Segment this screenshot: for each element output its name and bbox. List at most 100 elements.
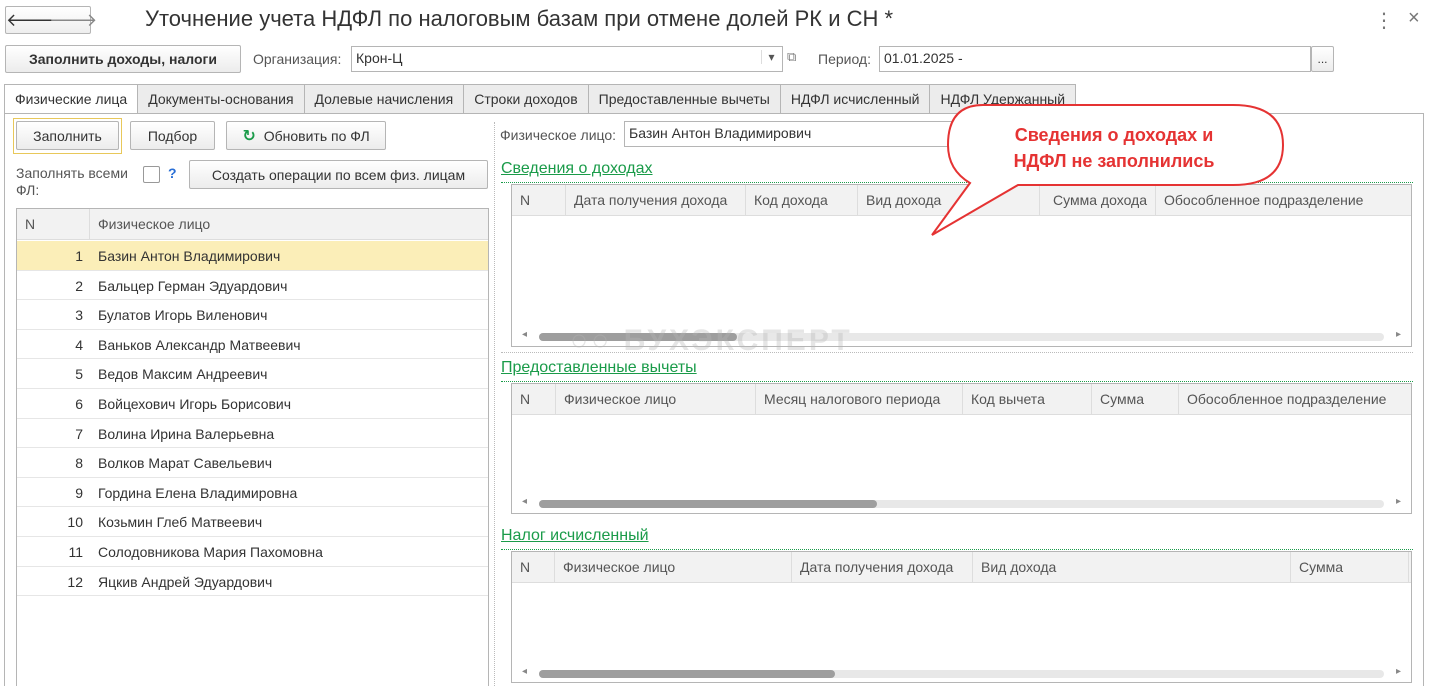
row-person-name: Гордина Елена Владимировна: [98, 484, 298, 501]
deductions-col-amount[interactable]: Сумма: [1092, 384, 1179, 415]
tab-base-documents[interactable]: Документы-основания: [138, 84, 305, 114]
fill-incomes-taxes-button[interactable]: Заполнить доходы, налоги: [5, 45, 241, 73]
period-select-button[interactable]: ...: [1311, 46, 1334, 72]
organization-open-icon[interactable]: ⧉: [787, 49, 796, 65]
deductions-col-subdivision[interactable]: Обособленное подразделение: [1179, 384, 1411, 415]
row-number: 8: [75, 455, 83, 472]
deductions-col-code[interactable]: Код вычета: [963, 384, 1092, 415]
deductions-section-title[interactable]: Предоставленные вычеты: [501, 359, 697, 377]
row-number: 3: [75, 307, 83, 324]
refresh-by-person-label: Обновить по ФЛ: [263, 127, 370, 144]
table-row[interactable]: 4 Ваньков Александр Матвеевич: [17, 330, 488, 360]
row-person-name: Бальцер Герман Эдуардович: [98, 277, 288, 294]
fill-all-checkbox[interactable]: [143, 166, 160, 183]
income-col-code[interactable]: Код дохода: [746, 185, 858, 216]
table-row[interactable]: 12 Яцкив Андрей Эдуардович: [17, 567, 488, 597]
deductions-section-line: [501, 381, 1413, 382]
scroll-right-icon[interactable]: ▸: [1396, 666, 1401, 677]
deductions-col-month[interactable]: Месяц налогового периода: [756, 384, 963, 415]
create-operations-button[interactable]: Создать операции по всем физ. лицам: [189, 160, 488, 189]
refresh-icon: ↻: [242, 127, 256, 145]
table-row[interactable]: 7 Волина Ирина Валерьевна: [17, 419, 488, 449]
tax-hscroll[interactable]: ◂ ▸: [522, 666, 1401, 678]
column-header-n[interactable]: N: [17, 209, 90, 240]
table-row[interactable]: 9 Гордина Елена Владимировна: [17, 478, 488, 508]
row-person-name: Солодовникова Мария Пахомовна: [98, 544, 323, 560]
organization-dropdown-icon[interactable]: ▾: [761, 50, 781, 64]
refresh-by-person-button[interactable]: ↻ Обновить по ФЛ: [226, 121, 386, 150]
scroll-right-icon[interactable]: ▸: [1396, 496, 1401, 507]
organization-value: Крон-Ц: [356, 50, 403, 66]
table-row[interactable]: 6 Войцехович Игорь Борисович: [17, 389, 488, 419]
tax-col-type[interactable]: Вид дохода: [973, 552, 1291, 583]
deductions-col-n[interactable]: N: [512, 384, 556, 415]
tax-col-person[interactable]: Физическое лицо: [555, 552, 792, 583]
deductions-col-person[interactable]: Физическое лицо: [556, 384, 756, 415]
income-col-n[interactable]: N: [512, 185, 566, 216]
column-header-person[interactable]: Физическое лицо: [90, 209, 488, 240]
fill-button[interactable]: Заполнить: [16, 121, 119, 150]
tax-table-header: N Физическое лицо Дата получения дохода …: [512, 552, 1411, 583]
row-number: 12: [67, 573, 83, 590]
page-title: Уточнение учета НДФЛ по налоговым базам …: [145, 6, 894, 31]
more-icon[interactable]: ⋮: [1374, 8, 1394, 33]
table-row[interactable]: 11 Солодовникова Мария Пахомовна: [17, 537, 488, 567]
back-icon[interactable]: 🡐: [6, 10, 54, 31]
scroll-left-icon[interactable]: ◂: [522, 666, 527, 677]
persons-table: N Физическое лицо 1 Базин Антон Владимиро…: [16, 208, 489, 686]
watermark: ○○ БУХЭКСПЕРТ: [570, 324, 853, 358]
scroll-right-icon[interactable]: ▸: [1396, 329, 1401, 340]
row-number: 1: [75, 248, 83, 264]
fill-all-label-line2: ФЛ:: [16, 182, 40, 198]
period-field[interactable]: 01.01.2025 -: [879, 46, 1311, 72]
row-number: 2: [75, 277, 83, 294]
persons-table-header: N Физическое лицо: [17, 209, 488, 240]
person-value: Базин Антон Владимирович: [629, 125, 812, 141]
period-label: Период:: [818, 51, 871, 67]
panel-splitter[interactable]: [494, 122, 495, 686]
scroll-left-icon[interactable]: ◂: [522, 329, 527, 340]
tax-col-amount[interactable]: Сумма: [1291, 552, 1409, 583]
period-value: 01.01.2025 -: [884, 50, 963, 66]
tax-section-line: [501, 549, 1413, 550]
row-person-name: Булатов Игорь Виленович: [98, 307, 268, 324]
forward-icon[interactable]: 🡒: [49, 10, 97, 31]
table-row[interactable]: 10 Козьмин Глеб Матвеевич: [17, 507, 488, 537]
income-col-date[interactable]: Дата получения дохода: [566, 185, 746, 216]
tax-col-n[interactable]: N: [512, 552, 555, 583]
organization-field[interactable]: Крон-Ц: [351, 46, 783, 72]
watermark-logo-icon: ○○: [570, 324, 624, 357]
deductions-table-header: N Физическое лицо Месяц налогового перио…: [512, 384, 1411, 415]
tab-individuals[interactable]: Физические лица: [4, 84, 139, 114]
row-person-name: Войцехович Игорь Борисович: [98, 396, 292, 412]
tab-deductions[interactable]: Предоставленные вычеты: [588, 84, 781, 114]
tab-income-lines[interactable]: Строки доходов: [464, 84, 589, 114]
pick-button[interactable]: Подбор: [130, 121, 215, 150]
deductions-scroll-thumb[interactable]: [539, 500, 877, 508]
deductions-hscroll[interactable]: ◂ ▸: [522, 496, 1401, 508]
watermark-text: БУХЭКСПЕРТ: [623, 324, 853, 357]
row-person-name: Базин Антон Владимирович: [98, 248, 281, 264]
deductions-table: N Физическое лицо Месяц налогового перио…: [511, 383, 1412, 514]
table-row[interactable]: 8 Волков Марат Савельевич: [17, 448, 488, 478]
tax-section-title[interactable]: Налог исчисленный: [501, 527, 649, 545]
close-icon[interactable]: ×: [1408, 7, 1420, 30]
row-person-name: Волина Ирина Валерьевна: [98, 425, 275, 442]
row-person-name: Яцкив Андрей Эдуардович: [98, 573, 273, 590]
tax-scroll-thumb[interactable]: [539, 670, 835, 678]
callout-line1: Сведения о доходах и: [1014, 125, 1214, 145]
table-row[interactable]: 5 Ведов Максим Андреевич: [17, 359, 488, 389]
tax-col-date[interactable]: Дата получения дохода: [792, 552, 973, 583]
scroll-left-icon[interactable]: ◂: [522, 496, 527, 507]
table-row[interactable]: 1 Базин Антон Владимирович: [17, 241, 488, 271]
fill-all-label: Заполнять всеми: [16, 165, 128, 181]
row-person-name: Ведов Максим Андреевич: [98, 366, 268, 383]
table-row[interactable]: 2 Бальцер Герман Эдуардович: [17, 271, 488, 301]
table-row[interactable]: 3 Булатов Игорь Виленович: [17, 300, 488, 330]
tab-share-accruals[interactable]: Долевые начисления: [304, 84, 465, 114]
help-icon[interactable]: ?: [168, 165, 177, 181]
row-person-name: Волков Марат Савельевич: [98, 455, 273, 472]
income-section-title[interactable]: Сведения о доходах: [501, 160, 653, 178]
row-number: 6: [75, 396, 83, 412]
tab-ndfl-calculated[interactable]: НДФЛ исчисленный: [780, 84, 931, 114]
